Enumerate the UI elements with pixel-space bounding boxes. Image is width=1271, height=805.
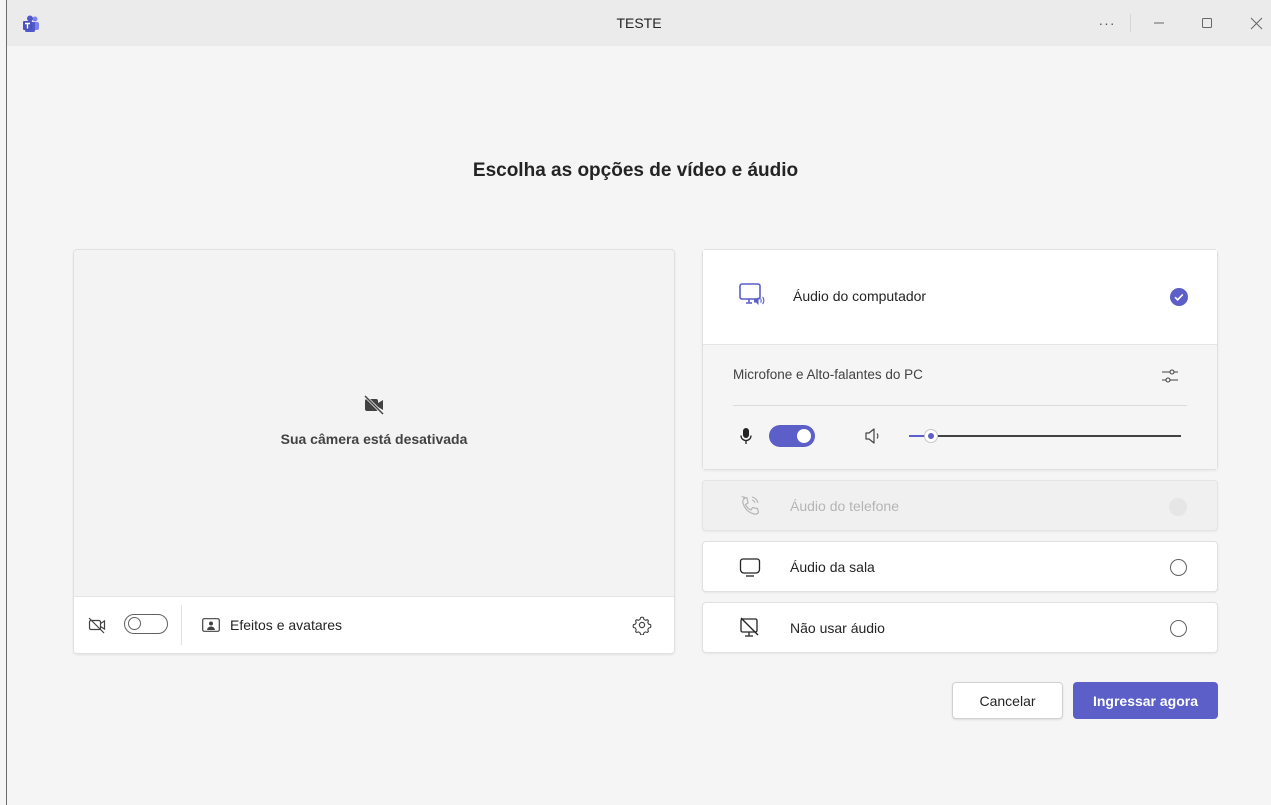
camera-off-icon — [363, 394, 385, 416]
page-title: Escolha as opções de vídeo e áudio — [472, 160, 799, 181]
effects-avatars-button[interactable]: Efeitos e avatares — [202, 613, 342, 637]
join-now-button[interactable]: Ingressar agora — [1073, 682, 1218, 719]
toolbar-divider — [181, 605, 182, 645]
phone-icon — [741, 495, 760, 515]
checkmark-icon — [1170, 288, 1188, 306]
computer-audio-option[interactable]: Áudio do computador Microfone e Alto-fal… — [702, 249, 1218, 470]
no-audio-radio[interactable] — [1170, 620, 1187, 637]
computer-audio-header[interactable]: Áudio do computador — [703, 250, 1217, 345]
phone-audio-label: Áudio do telefone — [790, 498, 899, 514]
no-audio-label: Não usar áudio — [790, 620, 885, 636]
maximize-button[interactable] — [1190, 10, 1224, 36]
room-audio-radio[interactable] — [1170, 559, 1187, 576]
cancel-button[interactable]: Cancelar — [952, 682, 1063, 719]
maximize-icon — [1202, 18, 1212, 28]
toggle-knob — [797, 429, 811, 443]
minimize-button[interactable] — [1142, 10, 1176, 36]
gear-icon[interactable] — [632, 615, 652, 635]
close-button[interactable] — [1239, 10, 1271, 36]
minimize-icon — [1154, 22, 1164, 24]
window-left-edge — [6, 0, 7, 805]
phone-audio-option: Áudio do telefone — [702, 480, 1218, 531]
camera-off-small-icon — [88, 617, 106, 634]
no-audio-icon — [740, 617, 759, 637]
speaker-volume-slider[interactable] — [909, 428, 1181, 444]
no-audio-option[interactable]: Não usar áudio — [702, 602, 1218, 653]
settings-divider — [733, 405, 1187, 406]
window-title: TESTE — [616, 15, 662, 31]
toggle-knob — [128, 617, 141, 630]
title-bar: TESTE ··· — [7, 0, 1271, 46]
microphone-toggle[interactable] — [769, 425, 815, 447]
video-toolbar: Efeitos e avatares — [74, 596, 674, 653]
camera-off-text: Sua câmera está desativada — [280, 431, 468, 447]
computer-audio-label: Áudio do computador — [793, 288, 927, 304]
room-audio-option[interactable]: Áudio da sala — [702, 541, 1218, 592]
effects-label: Efeitos e avatares — [230, 617, 343, 633]
slider-thumb[interactable] — [923, 429, 938, 443]
more-options-button[interactable]: ··· — [1090, 10, 1124, 36]
effects-icon — [202, 618, 220, 632]
speaker-icon — [865, 428, 879, 444]
camera-toggle[interactable] — [124, 614, 168, 634]
close-icon — [1250, 17, 1262, 29]
device-label: Microfone e Alto-falantes do PC — [733, 367, 923, 382]
device-settings-icon[interactable] — [1159, 365, 1181, 387]
video-preview: Sua câmera está desativada Efeitos e ava… — [73, 249, 675, 654]
phone-audio-radio — [1169, 498, 1187, 516]
room-device-icon — [739, 558, 761, 577]
slider-track — [909, 435, 1181, 437]
title-bar-divider — [1130, 14, 1131, 32]
computer-audio-settings: Microfone e Alto-falantes do PC — [703, 345, 1217, 469]
slider-thumb-dot — [927, 433, 934, 439]
room-audio-label: Áudio da sala — [790, 559, 875, 575]
computer-audio-icon — [739, 283, 765, 305]
microphone-icon — [740, 428, 752, 444]
